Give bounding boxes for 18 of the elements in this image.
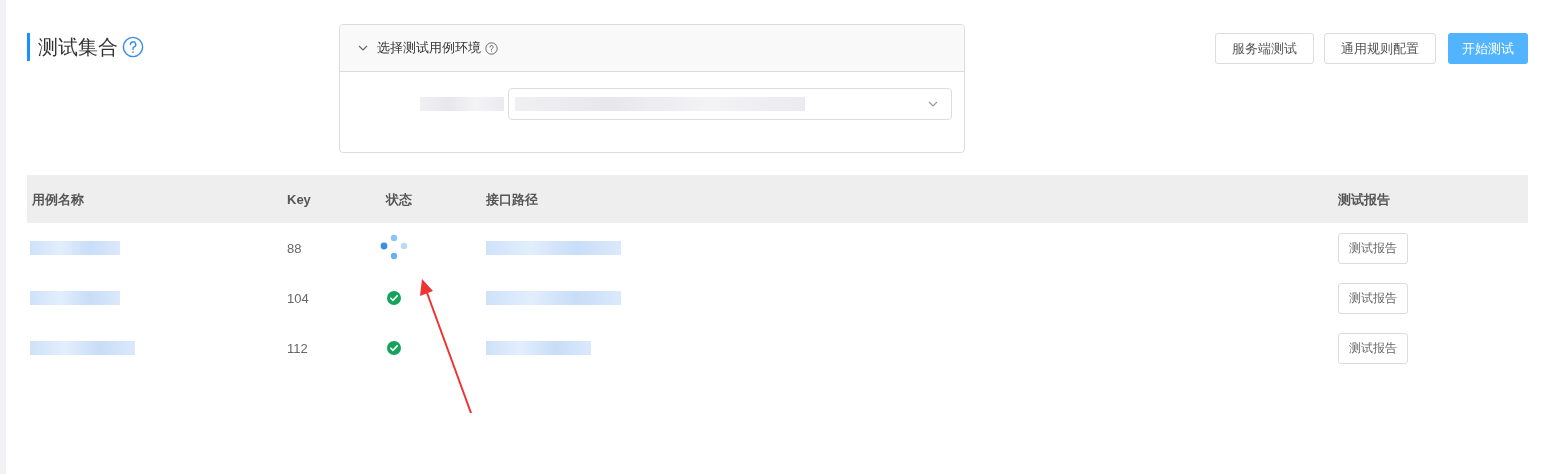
column-header: 测试报告 bbox=[1338, 192, 1390, 207]
table-cell: 112 bbox=[287, 341, 308, 356]
toolbar-button[interactable]: 通用规则配置 bbox=[1324, 33, 1436, 64]
report-button[interactable]: 测试报告 bbox=[1338, 332, 1408, 364]
column-header: 用例名称 bbox=[32, 192, 84, 207]
report-button[interactable]: 测试报告 bbox=[1338, 232, 1408, 264]
column-header: 接口路径 bbox=[486, 192, 538, 207]
table-cell: 88 bbox=[287, 241, 302, 256]
table-cell: 104 bbox=[287, 291, 309, 306]
toolbar-button[interactable]: 服务端测试 bbox=[1215, 33, 1314, 64]
column-header: Key bbox=[287, 192, 311, 207]
panel-header[interactable]: 选择测试用例环境 bbox=[340, 25, 964, 72]
page-title: 测试集合 bbox=[38, 37, 118, 57]
report-button[interactable]: 测试报告 bbox=[1338, 282, 1408, 314]
help-icon[interactable] bbox=[485, 41, 498, 55]
column-header: 状态 bbox=[386, 192, 412, 207]
help-icon[interactable] bbox=[122, 36, 144, 58]
panel-title: 选择测试用例环境 bbox=[377, 39, 481, 58]
